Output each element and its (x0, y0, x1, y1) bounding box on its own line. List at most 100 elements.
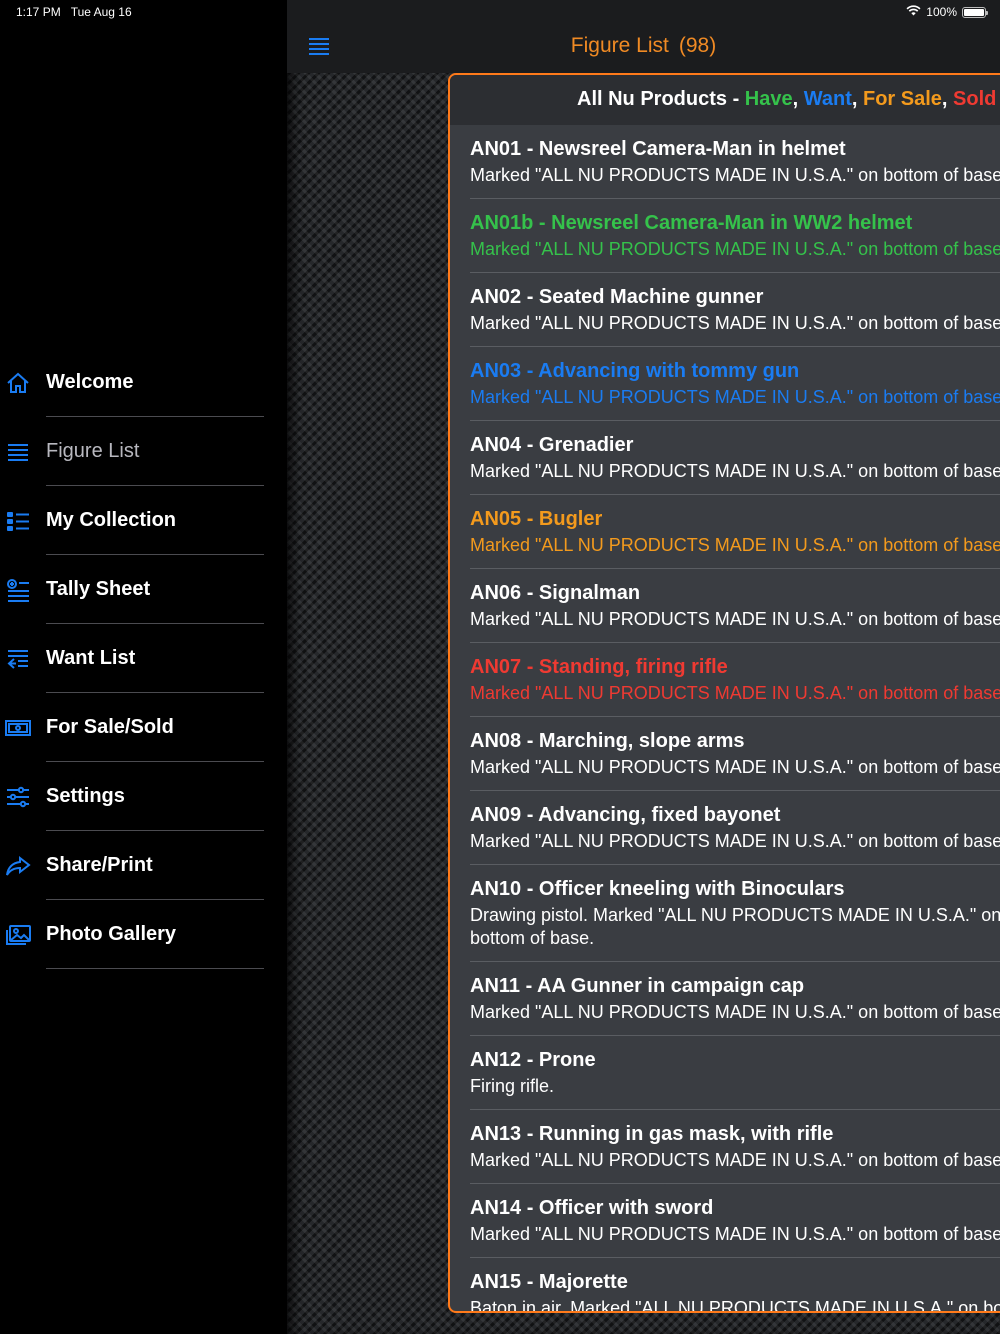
list-item[interactable]: AN13 - Running in gas mask, with rifle Ma… (450, 1110, 1000, 1184)
sidebar-item-tally-sheet[interactable]: Tally Sheet (0, 555, 287, 624)
sidebar-item-figure-list[interactable]: Figure List (0, 417, 287, 486)
figure-title: AN05 - Bugler (470, 508, 603, 530)
figure-description: Firing rifle. (470, 1076, 555, 1096)
sidebar-item-label: Figure List (46, 440, 140, 462)
sidebar-item-label: Tally Sheet (46, 578, 151, 600)
panel-header: All Nu Products - Have, Want, For Sale, … (450, 75, 1000, 125)
list-item[interactable]: AN10 - Officer kneeling with Binoculars D… (450, 865, 1000, 962)
battery-percent: 100% (926, 5, 957, 19)
status-time: 1:17 PM Tue Aug 16 (16, 5, 132, 19)
figure-title: AN08 - Marching, slope arms (470, 730, 745, 752)
figure-title: AN07 - Standing, firing rifle (470, 656, 728, 678)
main-content: Figure List (98) All Nu Products - Have, … (287, 0, 1000, 1334)
legend-have: Have (744, 88, 793, 110)
list-item[interactable]: AN07 - Standing, firing rifle Marked "ALL… (450, 643, 1000, 717)
figure-description: Marked "ALL NU PRODUCTS MADE IN U.S.A." … (470, 609, 1000, 629)
list-item[interactable]: AN03 - Advancing with tommy gun Marked "A… (450, 347, 1000, 421)
figure-title: AN04 - Grenadier (470, 434, 634, 456)
photo-gallery-icon (5, 922, 31, 948)
sidebar-item-label: My Collection (46, 509, 177, 531)
figure-title: AN11 - AA Gunner in campaign cap (470, 975, 805, 997)
figure-description: Marked "ALL NU PRODUCTS MADE IN U.S.A." … (470, 535, 1000, 555)
sidebar-item-label: Photo Gallery (46, 923, 177, 945)
figure-description: Marked "ALL NU PRODUCTS MADE IN U.S.A." … (470, 1002, 1000, 1022)
sidebar-item-label: For Sale/Sold (46, 716, 174, 738)
list-item[interactable]: AN14 - Officer with sword Marked "ALL NU … (450, 1184, 1000, 1258)
sidebar-item-share-print[interactable]: Share/Print (0, 831, 287, 900)
list-item[interactable]: AN05 - Bugler Marked "ALL NU PRODUCTS MAD… (450, 495, 1000, 569)
legend-separator: , (792, 88, 804, 110)
bullet-list-icon (5, 508, 31, 534)
figure-description: Marked "ALL NU PRODUCTS MADE IN U.S.A." … (470, 387, 1000, 407)
sidebar: Welcome Figure List My Collection Tally … (0, 0, 287, 1334)
legend-separator: , (941, 88, 954, 110)
figure-description: Marked "ALL NU PRODUCTS MADE IN U.S.A." … (470, 1224, 1000, 1244)
share-arrow-icon (5, 853, 31, 879)
list-icon (5, 439, 31, 465)
figure-description: Marked "ALL NU PRODUCTS MADE IN U.S.A." … (470, 757, 1000, 777)
status-indicators: 100% (906, 5, 988, 19)
sidebar-item-my-collection[interactable]: My Collection (0, 486, 287, 555)
house-icon (5, 370, 31, 396)
figure-description: Marked "ALL NU PRODUCTS MADE IN U.S.A." … (470, 165, 1000, 185)
sliders-icon (5, 784, 31, 810)
battery-level (964, 8, 984, 16)
legend-sold: Sold (953, 88, 997, 110)
legend-separator: , (851, 88, 863, 110)
figure-title: AN03 - Advancing with tommy gun (470, 360, 800, 382)
figure-list: AN01 - Newsreel Camera-Man in helmet Mark… (450, 125, 1000, 1313)
figure-description: Marked "ALL NU PRODUCTS MADE IN U.S.A." … (470, 683, 1000, 703)
list-item[interactable]: AN01b - Newsreel Camera-Man in WW2 helme… (450, 199, 1000, 273)
want-list-icon (5, 646, 31, 672)
status-bar: 1:17 PM Tue Aug 16 100% (0, 0, 1000, 24)
figure-title: AN10 - Officer kneeling with Binoculars (470, 878, 845, 900)
wifi-icon (906, 5, 921, 19)
figure-list-panel: All Nu Products - Have, Want, For Sale, … (448, 73, 1000, 1313)
page-title-text: Figure List (570, 34, 669, 57)
sidebar-item-welcome[interactable]: Welcome (0, 348, 287, 417)
status-clock: 1:17 PM (16, 5, 61, 19)
status-date: Tue Aug 16 (70, 5, 132, 19)
sidebar-item-label: Welcome (46, 371, 134, 393)
figure-description: Marked "ALL NU PRODUCTS MADE IN U.S.A." … (470, 313, 1000, 333)
figure-title: AN02 - Seated Machine gunner (470, 286, 764, 308)
list-item[interactable]: AN09 - Advancing, fixed bayonet Marked "A… (450, 791, 1000, 865)
figure-title: AN14 - Officer with sword (470, 1197, 714, 1219)
figure-title: AN15 - Majorette (470, 1271, 628, 1293)
sidebar-item-settings[interactable]: Settings (0, 762, 287, 831)
sidebar-item-for-sale-sold[interactable]: For Sale/Sold (0, 693, 287, 762)
figure-description: Marked "ALL NU PRODUCTS MADE IN U.S.A." … (470, 831, 1000, 851)
figure-title: AN09 - Advancing, fixed bayonet (470, 804, 781, 826)
list-item[interactable]: AN11 - AA Gunner in campaign cap Marked "… (450, 962, 1000, 1036)
tally-icon (5, 577, 31, 603)
list-item[interactable]: AN02 - Seated Machine gunner Marked "ALL … (450, 273, 1000, 347)
figure-title: AN13 - Running in gas mask, with rifle (470, 1123, 834, 1145)
list-item[interactable]: AN15 - Majorette Baton in air. Marked "AL… (450, 1258, 1000, 1313)
figure-title: AN01 - Newsreel Camera-Man in helmet (470, 138, 846, 160)
sidebar-menu: Welcome Figure List My Collection Tally … (0, 348, 287, 969)
figure-title: AN12 - Prone (470, 1049, 596, 1071)
legend-for-sale: For Sale (863, 88, 942, 110)
list-item[interactable]: AN12 - Prone Firing rifle. (450, 1036, 1000, 1110)
list-item[interactable]: AN04 - Grenadier Marked "ALL NU PRODUCTS … (450, 421, 1000, 495)
legend-want: Want (803, 88, 852, 110)
page-title: Figure List (98) (287, 34, 1000, 58)
sidebar-item-label: Want List (46, 647, 136, 669)
list-item[interactable]: AN08 - Marching, slope arms Marked "ALL N… (450, 717, 1000, 791)
sidebar-item-label: Share/Print (46, 854, 153, 876)
figure-description: Drawing pistol. Marked "ALL NU PRODUCTS … (470, 905, 1000, 948)
sidebar-item-want-list[interactable]: Want List (0, 624, 287, 693)
list-item[interactable]: AN06 - Signalman Marked "ALL NU PRODUCTS … (450, 569, 1000, 643)
figure-description: Baton in air. Marked "ALL NU PRODUCTS MA… (470, 1298, 1000, 1313)
figure-description: Marked "ALL NU PRODUCTS MADE IN U.S.A." … (470, 1150, 1000, 1170)
sidebar-item-label: Settings (46, 785, 125, 807)
list-item[interactable]: AN01 - Newsreel Camera-Man in helmet Mark… (450, 125, 1000, 199)
money-icon (5, 715, 31, 741)
battery-icon (962, 6, 988, 18)
figure-title: AN01b - Newsreel Camera-Man in WW2 helme… (470, 212, 913, 234)
panel-header-title: All Nu Products - (577, 88, 745, 110)
sidebar-item-photo-gallery[interactable]: Photo Gallery (0, 900, 287, 969)
figure-description: Marked "ALL NU PRODUCTS MADE IN U.S.A." … (470, 239, 1000, 259)
figure-description: Marked "ALL NU PRODUCTS MADE IN U.S.A." … (470, 461, 1000, 481)
figure-count: (98) (678, 34, 717, 57)
